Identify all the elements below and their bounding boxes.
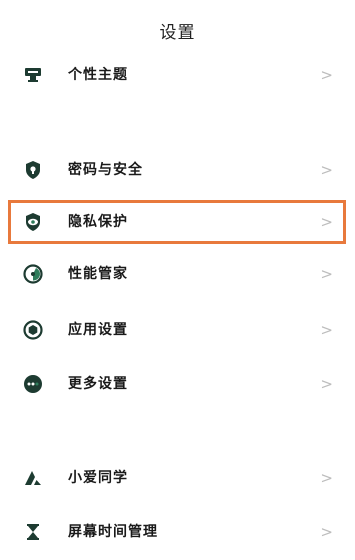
chevron-right-icon: > — [320, 375, 333, 393]
settings-item-label: 个性主题 — [68, 67, 128, 83]
theme-icon — [25, 68, 41, 82]
chevron-right-icon: > — [320, 161, 333, 179]
settings-item-password-security[interactable]: 密码与安全 > — [0, 150, 355, 190]
settings-item-assistant[interactable]: 小爱同学 > — [0, 458, 355, 498]
more-settings-icon — [24, 375, 42, 393]
settings-item-screen-time[interactable]: 屏幕时间管理 > — [0, 512, 355, 552]
chevron-right-icon: > — [320, 321, 333, 339]
settings-item-label: 性能管家 — [68, 266, 128, 282]
settings-item-label: 屏幕时间管理 — [68, 524, 158, 540]
shield-icon — [26, 161, 40, 179]
assistant-icon — [25, 471, 41, 485]
settings-screen: 设置 个性主题 > 密码与安全 > 隐私保护 > 性能管家 > 应用设置 > 更… — [0, 0, 355, 560]
settings-item-label: 小爱同学 — [68, 470, 128, 486]
settings-item-label: 密码与安全 — [68, 162, 143, 178]
settings-item-theme[interactable]: 个性主题 > — [0, 55, 355, 95]
settings-item-more-settings[interactable]: 更多设置 > — [0, 364, 355, 404]
settings-item-app-settings[interactable]: 应用设置 > — [0, 310, 355, 350]
chevron-right-icon: > — [320, 523, 333, 541]
hourglass-icon — [27, 524, 39, 540]
settings-item-label: 更多设置 — [68, 376, 128, 392]
app-settings-icon — [23, 320, 43, 340]
chevron-right-icon: > — [320, 469, 333, 487]
page-title: 设置 — [159, 23, 196, 43]
highlight-box — [8, 200, 346, 244]
chevron-right-icon: > — [320, 265, 333, 283]
settings-item-performance[interactable]: 性能管家 > — [0, 254, 355, 294]
performance-icon — [23, 264, 43, 284]
settings-item-label: 应用设置 — [68, 322, 128, 338]
chevron-right-icon: > — [320, 66, 333, 84]
